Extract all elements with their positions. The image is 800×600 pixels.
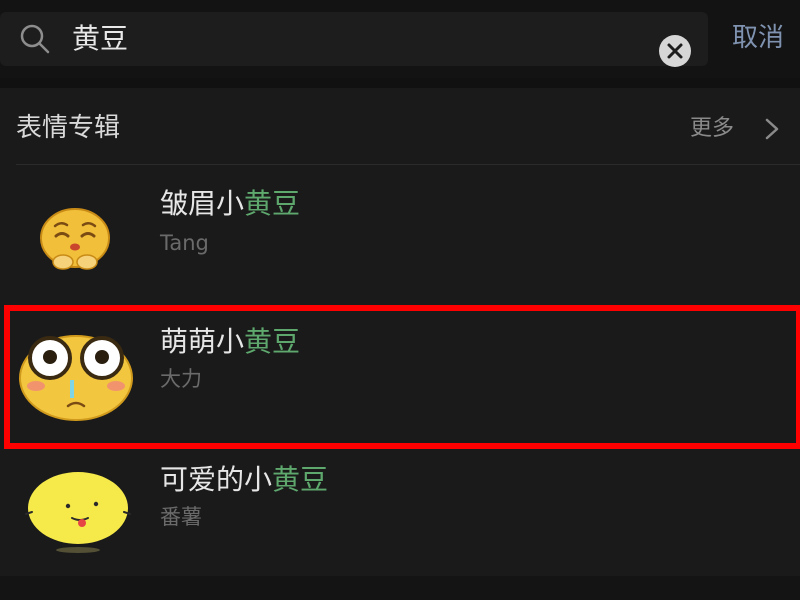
item-name: 皱眉小黄豆 [160, 187, 301, 220]
list-item[interactable]: 萌萌小黄豆 大力 [0, 304, 800, 444]
chevron-right-icon[interactable] [762, 118, 782, 140]
item-name: 萌萌小黄豆 [160, 325, 301, 358]
cancel-button[interactable]: 取消 [732, 18, 784, 58]
bottom-bar [0, 576, 800, 600]
item-name: 可爱的小黄豆 [160, 463, 329, 496]
item-author: Tang [160, 231, 209, 255]
section-title: 表情专辑 [16, 113, 121, 143]
list-item[interactable]: 皱眉小黄豆 Tang [0, 166, 800, 306]
search-bar: 黄豆 取消 [0, 0, 800, 78]
tongue-emoji-icon [25, 472, 131, 553]
list-item[interactable]: 可爱的小黄豆 番薯 [0, 444, 800, 584]
search-icon [20, 24, 50, 54]
item-author: 番薯 [160, 505, 202, 529]
more-button[interactable]: 更多 [690, 112, 734, 146]
section-header: 表情专辑 更多 [0, 88, 800, 164]
item-author: 大力 [160, 367, 202, 391]
clear-icon[interactable] [658, 34, 692, 68]
divider [16, 164, 800, 165]
worried-emoji-icon [40, 208, 110, 270]
googly-eyes-emoji-icon [19, 335, 133, 421]
search-query[interactable]: 黄豆 [72, 20, 128, 58]
search-input[interactable]: 黄豆 [0, 12, 708, 68]
